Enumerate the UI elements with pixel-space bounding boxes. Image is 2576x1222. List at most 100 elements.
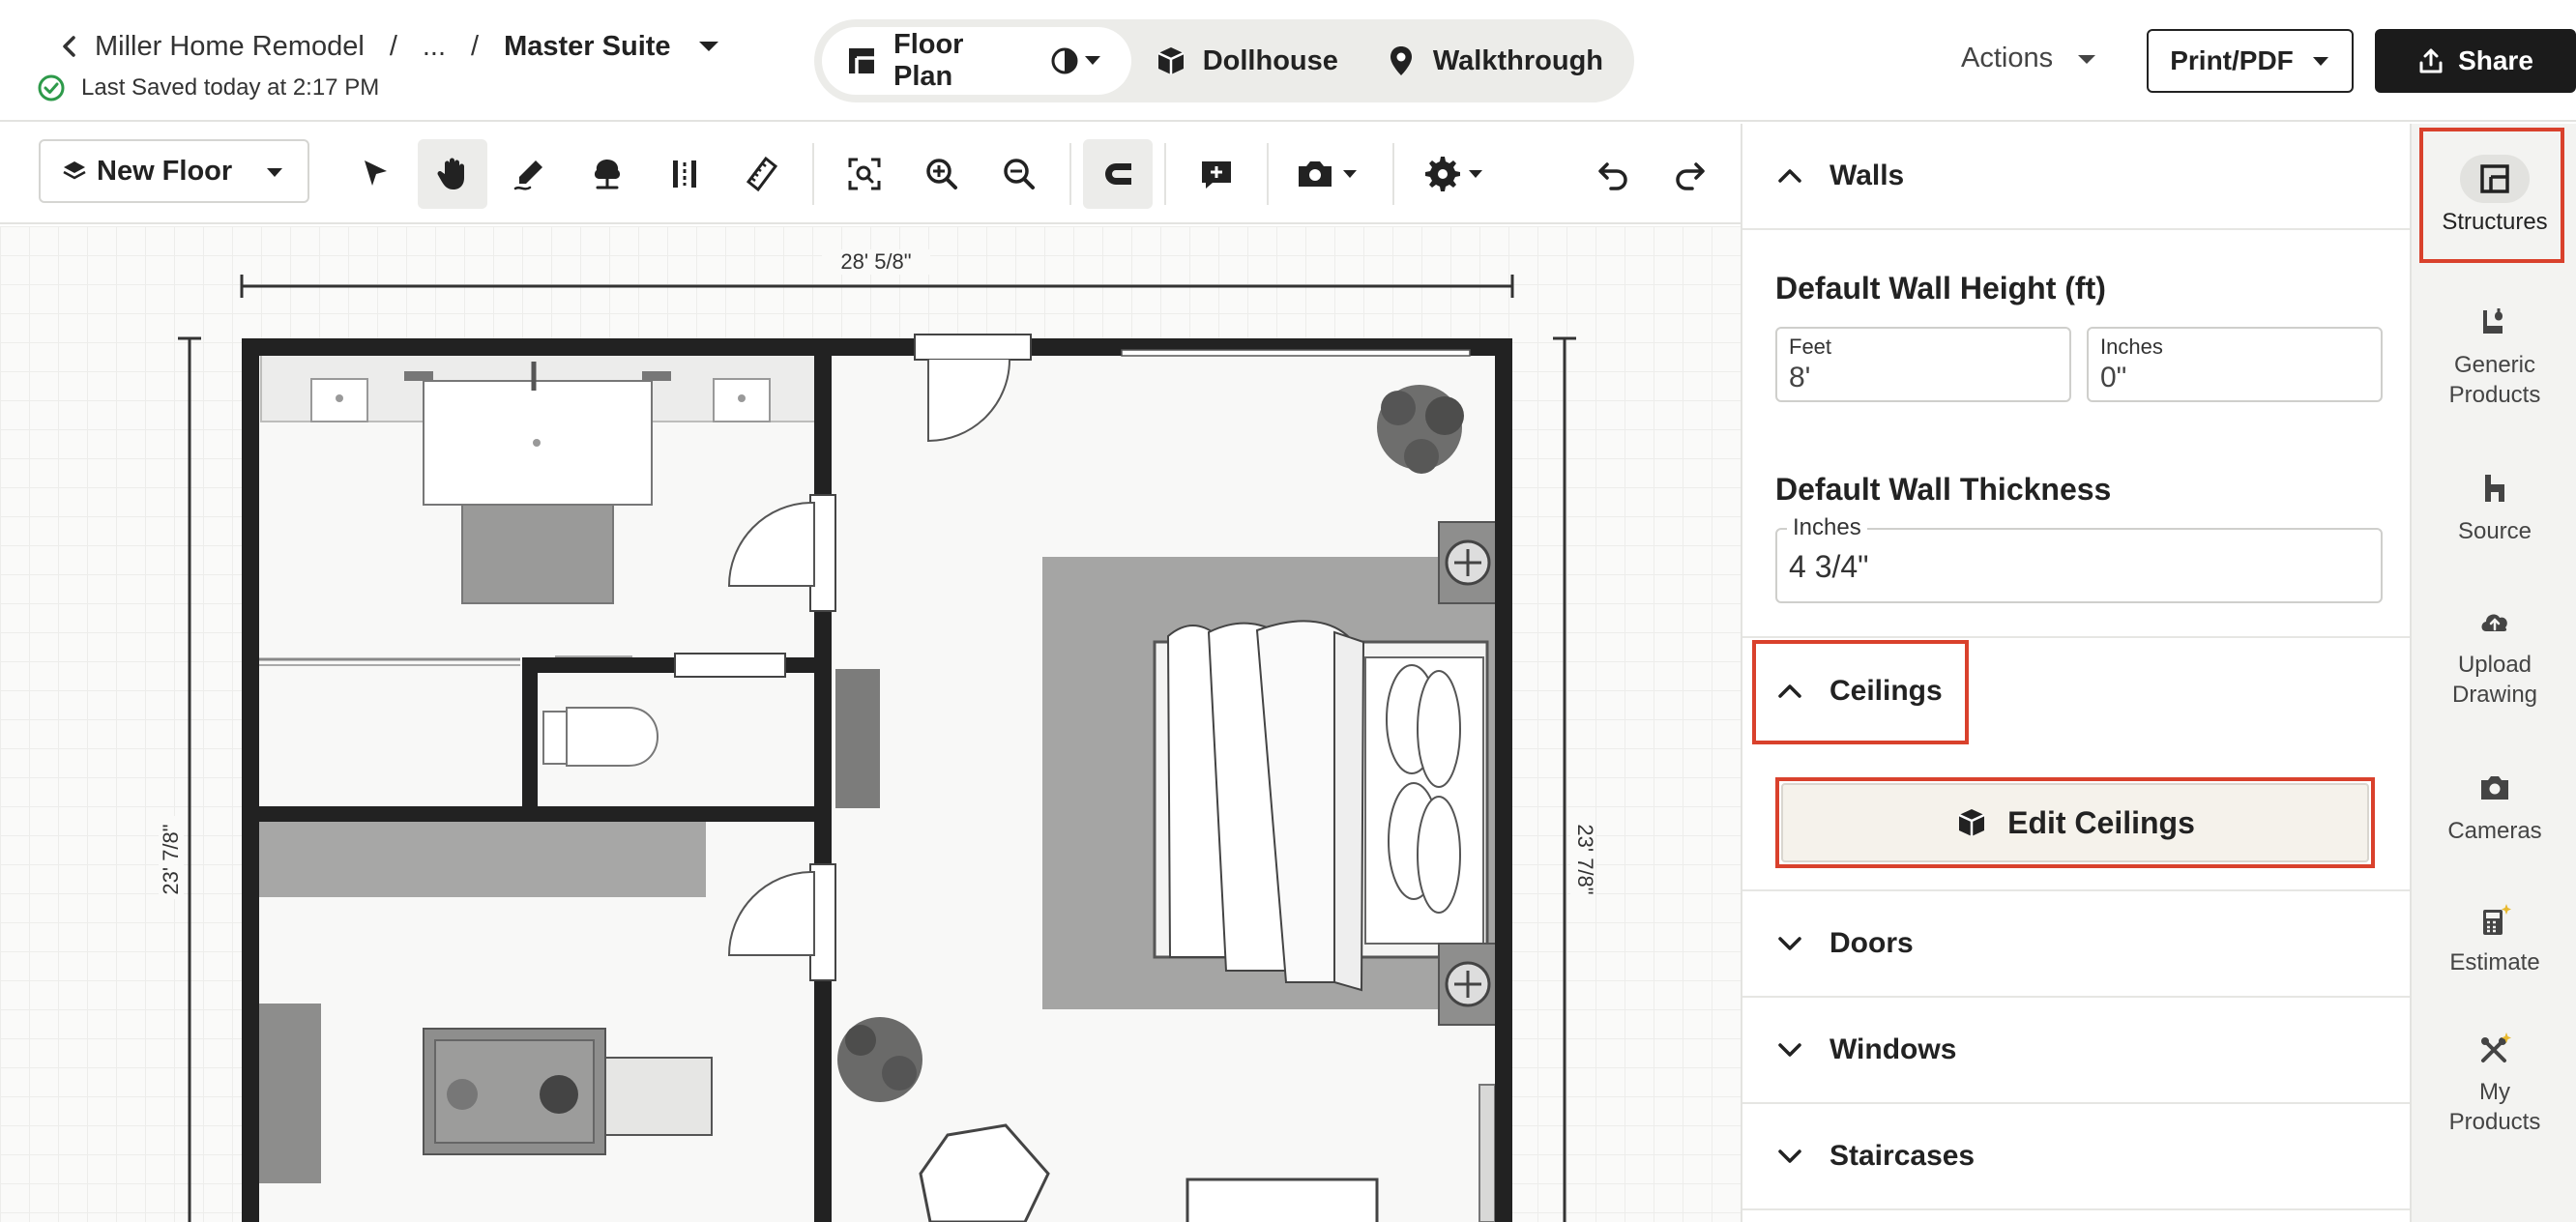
undo-button[interactable] bbox=[1578, 139, 1648, 209]
zoom-in-button[interactable] bbox=[907, 139, 977, 209]
highlight-box bbox=[1775, 777, 2375, 868]
source-icon bbox=[2460, 464, 2530, 512]
nightstand-top[interactable] bbox=[1438, 521, 1498, 604]
side-table[interactable] bbox=[835, 669, 880, 808]
floor-plan-drawing[interactable]: 28' 5/8" 23' 7/8" 23' 7/8" bbox=[0, 226, 1741, 1222]
fit-view-icon bbox=[848, 158, 881, 190]
pan-tool-button[interactable] bbox=[418, 139, 487, 209]
wall-thickness-title: Default Wall Thickness bbox=[1775, 472, 2112, 507]
rail-item-cameras[interactable]: Cameras bbox=[2412, 764, 2576, 846]
save-status: Last Saved today at 2:17 PM bbox=[37, 73, 379, 102]
counter[interactable] bbox=[259, 822, 706, 897]
toilet[interactable] bbox=[542, 707, 659, 767]
feet-label: Feet bbox=[1789, 335, 1832, 359]
redo-icon bbox=[1676, 162, 1705, 190]
rail-item-label: Source bbox=[2457, 518, 2532, 544]
view-mode-walkthrough[interactable]: Walkthrough bbox=[1361, 27, 1626, 95]
settings-dropdown-button[interactable] bbox=[1408, 139, 1501, 209]
rail-item-my-products[interactable]: My Products bbox=[2412, 1025, 2576, 1137]
breadcrumb-separator: / bbox=[389, 30, 397, 62]
actions-menu[interactable]: Actions bbox=[1961, 43, 2097, 74]
ottoman[interactable] bbox=[1186, 1178, 1379, 1222]
wall-cabinet bbox=[1478, 1084, 1496, 1222]
map-pin-icon bbox=[1390, 46, 1412, 75]
walls-header-label: Walls bbox=[1830, 160, 1905, 191]
feet-value: 8' bbox=[1789, 362, 1811, 393]
print-pdf-button[interactable]: Print/PDF bbox=[2147, 29, 2354, 93]
add-comment-button[interactable] bbox=[1182, 139, 1251, 209]
nightstand-bottom[interactable] bbox=[1438, 943, 1498, 1026]
calculator-icon bbox=[2460, 895, 2530, 944]
select-tool-button[interactable] bbox=[340, 139, 410, 209]
view-mode-label: Floor Plan bbox=[893, 29, 964, 92]
chevron-left-icon[interactable] bbox=[56, 32, 83, 61]
bath-mat[interactable] bbox=[461, 504, 614, 604]
ruler-icon bbox=[746, 156, 778, 192]
rail-item-label: Cameras bbox=[2447, 818, 2542, 844]
thickness-label: Inches bbox=[1787, 514, 1867, 541]
actions-label: Actions bbox=[1961, 43, 2054, 73]
bed[interactable] bbox=[1153, 620, 1489, 992]
share-button[interactable]: Share bbox=[2375, 29, 2576, 93]
doors-header-label: Doors bbox=[1830, 927, 1914, 959]
dimension-tool-button[interactable] bbox=[650, 139, 719, 209]
rail-item-upload-drawing[interactable]: Upload Drawing bbox=[2412, 597, 2576, 710]
inches-value: 0" bbox=[2100, 362, 2127, 393]
zoom-out-icon bbox=[1004, 159, 1035, 189]
rail-item-estimate[interactable]: Estimate bbox=[2412, 895, 2576, 977]
rail-item-generic-products[interactable]: Generic Products bbox=[2412, 298, 2576, 410]
chevron-down-icon[interactable] bbox=[696, 38, 721, 55]
rail-item-label: Estimate bbox=[2449, 949, 2540, 975]
door-pocket[interactable] bbox=[674, 653, 786, 678]
zoom-out-button[interactable] bbox=[984, 139, 1054, 209]
camera-icon bbox=[2460, 764, 2530, 812]
contrast-dropdown-icon[interactable] bbox=[1050, 44, 1108, 77]
rail-item-label: Generic Products bbox=[2448, 352, 2541, 408]
undo-icon bbox=[1598, 162, 1627, 190]
window[interactable] bbox=[1121, 349, 1471, 357]
bathtub[interactable] bbox=[423, 362, 653, 506]
redo-button[interactable] bbox=[1655, 139, 1725, 209]
floor-select-label: New Floor bbox=[97, 155, 233, 187]
dimension-right-label: 23' 7/8" bbox=[1573, 824, 1597, 894]
snap-toggle-button[interactable] bbox=[1083, 139, 1153, 209]
dresser[interactable] bbox=[259, 1004, 321, 1183]
wall-height-feet-field[interactable]: Feet 8' bbox=[1775, 327, 2071, 402]
editor-toolbar: New Floor bbox=[0, 124, 1741, 224]
view-mode-floor-plan[interactable]: Floor Plan bbox=[822, 27, 1131, 95]
layers-icon bbox=[63, 161, 86, 180]
select-arrow-icon bbox=[365, 160, 387, 186]
view-mode-label: Dollhouse bbox=[1202, 44, 1338, 76]
floorplan-icon bbox=[848, 48, 874, 73]
windows-section-header[interactable]: Windows bbox=[1742, 998, 2412, 1104]
settings-icon bbox=[1425, 157, 1482, 191]
share-upload-icon bbox=[2419, 48, 2443, 73]
breadcrumb-current: Master Suite bbox=[504, 30, 671, 62]
add-comment-icon bbox=[1202, 161, 1231, 189]
landscape-tool-button[interactable] bbox=[572, 139, 642, 209]
camera-dropdown-button[interactable] bbox=[1282, 139, 1375, 209]
sparkle-icon bbox=[2502, 904, 2511, 915]
draw-wall-tool-button[interactable] bbox=[495, 139, 565, 209]
tree-icon bbox=[594, 160, 621, 189]
doors-section-header[interactable]: Doors bbox=[1742, 891, 2412, 998]
potted-plant[interactable] bbox=[837, 1017, 922, 1102]
toolbar-divider bbox=[812, 143, 814, 205]
fit-view-button[interactable] bbox=[830, 139, 899, 209]
floor-plan-canvas[interactable]: 28' 5/8" 23' 7/8" 23' 7/8" bbox=[0, 226, 1741, 1222]
walls-section-header[interactable]: Walls bbox=[1742, 124, 2412, 230]
breadcrumb-ellipsis[interactable]: ... bbox=[423, 31, 446, 63]
rail-item-source[interactable]: Source bbox=[2412, 464, 2576, 546]
wall-thickness-field[interactable]: Inches 4 3/4" bbox=[1775, 514, 2383, 603]
window[interactable] bbox=[914, 334, 1032, 361]
view-mode-toggle: Floor Plan Dollhouse Walkthrough bbox=[814, 19, 1634, 102]
breadcrumb-project-link[interactable]: Miller Home Remodel bbox=[95, 31, 365, 63]
windows-header-label: Windows bbox=[1830, 1033, 1957, 1065]
top-header: Miller Home Remodel / ... / Master Suite… bbox=[0, 0, 2576, 122]
floor-select[interactable]: New Floor bbox=[39, 139, 309, 203]
view-mode-dollhouse[interactable]: Dollhouse bbox=[1131, 27, 1361, 95]
dimension-left: 23' 7/8" bbox=[159, 336, 201, 1222]
staircases-section-header[interactable]: Staircases bbox=[1742, 1104, 2412, 1210]
wall-height-inches-field[interactable]: Inches 0" bbox=[2087, 327, 2383, 402]
measure-tool-button[interactable] bbox=[727, 139, 797, 209]
